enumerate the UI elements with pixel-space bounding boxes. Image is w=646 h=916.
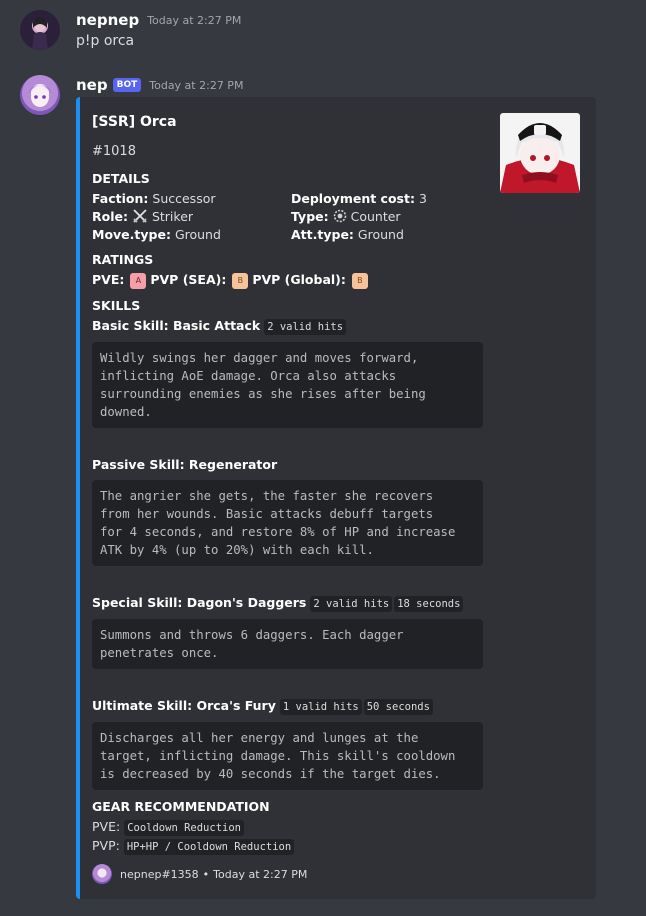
- bot-username[interactable]: nep: [76, 76, 108, 94]
- gear-pve-row: PVE: Cooldown Reduction: [92, 819, 244, 836]
- unit-embed: [SSR] Orca #1018 DETAILS Faction: Succes…: [76, 97, 596, 899]
- skill-ultimate-description: Discharges all her energy and lunges at …: [92, 722, 483, 790]
- pvp-sea-rating-tag: B: [232, 272, 249, 289]
- gear-heading: GEAR RECOMMENDATION: [92, 799, 270, 814]
- skill-passive-title: Passive Skill: Regenerator: [92, 457, 278, 472]
- message-text: p!p orca: [76, 33, 135, 49]
- avatar-figure-icon: [32, 17, 48, 50]
- move-type-field: Move.type: Ground: [92, 227, 221, 242]
- embed-footer: nepnep#1358 • Today at 2:27 PM: [92, 864, 307, 884]
- skill-tag: 2 valid hits: [310, 596, 393, 612]
- crossed-swords-icon: [133, 209, 147, 223]
- gear-pve-value: Cooldown Reduction: [124, 820, 244, 836]
- skill-tag: 1 valid hits: [279, 699, 362, 715]
- unit-thumbnail[interactable]: [500, 113, 580, 193]
- bot-avatar[interactable]: [20, 75, 60, 115]
- pve-rating-tag: A: [130, 272, 147, 289]
- ratings-row: PVE: A PVP (SEA): B PVP (Global): B: [92, 272, 368, 289]
- skills-heading: SKILLS: [92, 298, 141, 313]
- footer-separator: •: [202, 867, 210, 881]
- skill-basic-description: Wildly swings her dagger and moves forwa…: [92, 342, 483, 428]
- footer-author: nepnep#1358: [120, 867, 199, 881]
- skill-tag: 18 seconds: [394, 596, 464, 612]
- gear-pvp-row: PVP: HP+HP / Cooldown Reduction: [92, 838, 295, 855]
- faction-field: Faction: Successor: [92, 191, 216, 206]
- timestamp: Today at 2:27 PM: [149, 78, 244, 92]
- footer-avatar: [92, 864, 112, 884]
- skill-ultimate-title: Ultimate Skill: Orca's Fury 1 valid hits…: [92, 698, 433, 715]
- username[interactable]: nepnep: [76, 11, 139, 29]
- skill-special-title: Special Skill: Dagon's Daggers 2 valid h…: [92, 595, 464, 612]
- bot-badge: BOT: [112, 78, 142, 92]
- att-type-field: Att.type: Ground: [291, 227, 404, 242]
- role-field: Role: Striker: [92, 209, 194, 224]
- type-field: Type: Counter: [291, 209, 401, 224]
- skill-tag: 50 seconds: [363, 699, 433, 715]
- skill-basic-title: Basic Skill: Basic Attack 2 valid hits: [92, 318, 347, 335]
- deployment-cost-field: Deployment cost: 3: [291, 191, 427, 206]
- skill-passive-description: The angrier she gets, the faster she rec…: [92, 480, 483, 566]
- details-heading: DETAILS: [92, 171, 150, 186]
- ratings-heading: RATINGS: [92, 252, 154, 267]
- counter-gear-icon: [333, 209, 346, 223]
- embed-title: [SSR] Orca: [92, 114, 177, 130]
- pvp-global-rating-tag: B: [351, 272, 368, 289]
- orca-portrait-icon: [500, 113, 580, 193]
- unit-id: #1018: [92, 144, 136, 159]
- skill-tag: 2 valid hits: [264, 319, 347, 335]
- user-avatar[interactable]: [20, 10, 60, 50]
- gear-pvp-value: HP+HP / Cooldown Reduction: [123, 839, 295, 855]
- skill-special-description: Summons and throws 6 daggers. Each dagge…: [92, 619, 483, 669]
- avatar-character-icon: [28, 85, 52, 107]
- timestamp: Today at 2:27 PM: [147, 13, 242, 27]
- footer-timestamp: Today at 2:27 PM: [213, 867, 308, 881]
